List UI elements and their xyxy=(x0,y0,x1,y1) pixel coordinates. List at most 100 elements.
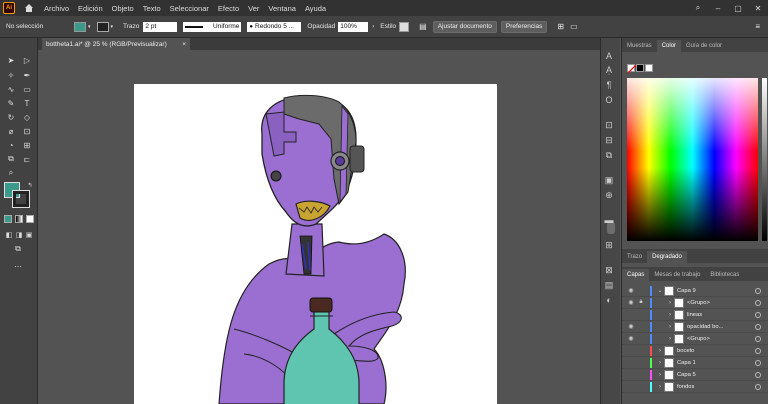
menu-ayuda[interactable]: Ayuda xyxy=(305,4,326,13)
menu-objeto[interactable]: Objeto xyxy=(112,4,134,13)
magic-wand-icon[interactable]: ✧ xyxy=(5,69,17,81)
layer-row[interactable]: › Capa 5 xyxy=(622,369,768,381)
direct-selection-tool-icon[interactable]: ▷ xyxy=(21,54,33,66)
eye-icon[interactable]: ◉ xyxy=(626,335,636,342)
target-icon[interactable] xyxy=(755,371,761,378)
none-color-icon[interactable] xyxy=(627,64,637,74)
document-setup-icon[interactable]: ▤ xyxy=(419,22,427,31)
opacity-field[interactable]: 100% xyxy=(338,21,369,32)
grayscale-bar[interactable] xyxy=(762,78,767,241)
perspective-icon[interactable]: ⊞ xyxy=(21,139,33,151)
chevron-right-icon[interactable]: › xyxy=(656,384,664,390)
target-icon[interactable] xyxy=(755,287,761,294)
align-icon[interactable]: ⊟ xyxy=(603,134,615,146)
assets-icon[interactable]: ⊕ xyxy=(603,189,615,201)
shape-builder-icon[interactable]: ◔ xyxy=(5,139,17,151)
chevron-right-icon[interactable]: › xyxy=(666,312,674,318)
paintbrush-tool-icon[interactable]: ✎ xyxy=(5,97,17,109)
gradient-mode-icon[interactable] xyxy=(15,215,23,223)
crop-icon[interactable]: ⊏ xyxy=(21,153,33,165)
target-icon[interactable] xyxy=(755,311,761,318)
layer-row[interactable]: ◉ ⌄ Capa 9 xyxy=(622,285,768,297)
swap-colors-icon[interactable]: ↰ xyxy=(24,179,36,191)
libraries-icon[interactable]: ▣ xyxy=(603,174,615,186)
tab-trazo[interactable]: Trazo xyxy=(622,251,647,263)
tab-bibliotecas[interactable]: Bibliotecas xyxy=(705,269,744,281)
home-icon[interactable] xyxy=(23,2,35,14)
workspace-icon[interactable]: ▭ xyxy=(570,22,578,31)
color-mode-icon[interactable] xyxy=(4,215,12,223)
layer-row[interactable]: ◉ 🔒︎ › <Grupo> xyxy=(622,297,768,309)
paragraph-icon[interactable]: ¶ xyxy=(603,79,615,91)
artboard-tool-icon[interactable]: ⧉ xyxy=(5,153,17,165)
tab-color[interactable]: Color xyxy=(656,40,682,52)
brushes-icon[interactable]: ⊞ xyxy=(603,239,615,251)
search-icon[interactable]: ⌕ xyxy=(688,3,708,13)
target-icon[interactable] xyxy=(755,383,761,390)
stroke-weight-field[interactable]: 2 pt xyxy=(143,21,178,32)
chevron-right-icon[interactable]: › xyxy=(656,348,664,354)
layer-row[interactable]: › lineas xyxy=(622,309,768,321)
menu-efecto[interactable]: Efecto xyxy=(218,4,239,13)
brush-dropdown[interactable]: ● Redondo 5 ... xyxy=(247,21,302,32)
eraser-tool-icon[interactable]: ◇ xyxy=(21,111,33,123)
target-icon[interactable] xyxy=(755,347,761,354)
menu-ventana[interactable]: Ventana xyxy=(268,4,296,13)
graphic-styles-icon[interactable]: ▤ xyxy=(603,279,615,291)
minimize-icon[interactable]: – xyxy=(708,4,728,13)
target-icon[interactable] xyxy=(755,323,761,330)
type-tool-icon[interactable]: T xyxy=(21,97,33,109)
layer-row[interactable]: › fondos xyxy=(622,381,768,393)
chevron-right-icon[interactable]: › xyxy=(656,360,664,366)
menu-texto[interactable]: Texto xyxy=(143,4,161,13)
chevron-right-icon[interactable]: › xyxy=(666,336,674,342)
close-tab-icon[interactable]: × xyxy=(182,41,186,48)
artboard[interactable] xyxy=(134,84,497,404)
chevron-down-icon[interactable]: ▾ xyxy=(88,24,91,30)
profile-dropdown[interactable]: Uniforme xyxy=(183,21,242,32)
black-color-icon[interactable] xyxy=(636,64,644,72)
menu-ver[interactable]: Ver xyxy=(248,4,259,13)
stroke-swatch[interactable] xyxy=(96,21,109,32)
chevron-right-icon[interactable]: › xyxy=(666,300,674,306)
tab-muestras[interactable]: Muestras xyxy=(622,40,657,52)
lock-icon[interactable]: 🔒︎ xyxy=(636,299,646,306)
maximize-icon[interactable]: ▢ xyxy=(728,4,748,13)
fill-swatch[interactable] xyxy=(74,21,86,32)
menu-edicion[interactable]: Edición xyxy=(78,4,103,13)
style-swatch[interactable] xyxy=(399,21,410,32)
transform-icon[interactable]: ⊡ xyxy=(603,119,615,131)
rotate-tool-icon[interactable]: ↻ xyxy=(5,111,17,123)
comments-icon[interactable]: ▬ xyxy=(603,214,615,226)
eye-icon[interactable]: ◉ xyxy=(626,287,636,294)
chevron-right-icon[interactable]: › xyxy=(666,324,674,330)
layer-row[interactable]: ◉ › <Grupo> xyxy=(622,333,768,345)
character-icon[interactable]: A xyxy=(603,50,615,62)
menu-icon[interactable]: ≡ xyxy=(755,22,760,31)
opentype-icon[interactable]: O xyxy=(603,94,615,106)
pathfinder-icon[interactable]: ⧉ xyxy=(603,149,615,161)
draw-inside-icon[interactable]: ▣ xyxy=(23,229,35,241)
arrange-icon[interactable]: ⊞ xyxy=(557,22,564,31)
eye-icon[interactable]: ◉ xyxy=(626,323,636,330)
document-tab[interactable]: bottheta1.ai* @ 25 % (RGB/Previsualizar)… xyxy=(42,38,190,50)
width-tool-icon[interactable]: ⌀ xyxy=(5,125,17,137)
selection-tool-icon[interactable]: ➤ xyxy=(5,54,17,66)
canvas[interactable] xyxy=(38,50,600,404)
tab-degradado[interactable]: Degradado xyxy=(647,251,687,263)
chevron-right-icon[interactable]: › xyxy=(372,24,374,30)
chevron-down-icon[interactable]: ▾ xyxy=(111,24,114,30)
appearance-icon[interactable]: ◐ xyxy=(603,294,615,306)
curvature-tool-icon[interactable]: ∿ xyxy=(5,83,17,95)
chevron-down-icon[interactable]: ⌄ xyxy=(656,287,664,294)
chevron-right-icon[interactable]: › xyxy=(656,372,664,378)
menu-archivo[interactable]: Archivo xyxy=(44,4,69,13)
layer-row[interactable]: › Capa 1 xyxy=(622,357,768,369)
screen-mode-icon[interactable]: ⧉ xyxy=(12,243,24,255)
layer-row[interactable]: ◉ › opacidad bo... xyxy=(622,321,768,333)
tab-mesas-de-trabajo[interactable]: Mesas de trabajo xyxy=(649,269,705,281)
tab-capas[interactable]: Capas xyxy=(622,269,650,281)
target-icon[interactable] xyxy=(755,359,761,366)
rectangle-tool-icon[interactable]: ▭ xyxy=(21,83,33,95)
layer-row[interactable]: › boceto xyxy=(622,345,768,357)
